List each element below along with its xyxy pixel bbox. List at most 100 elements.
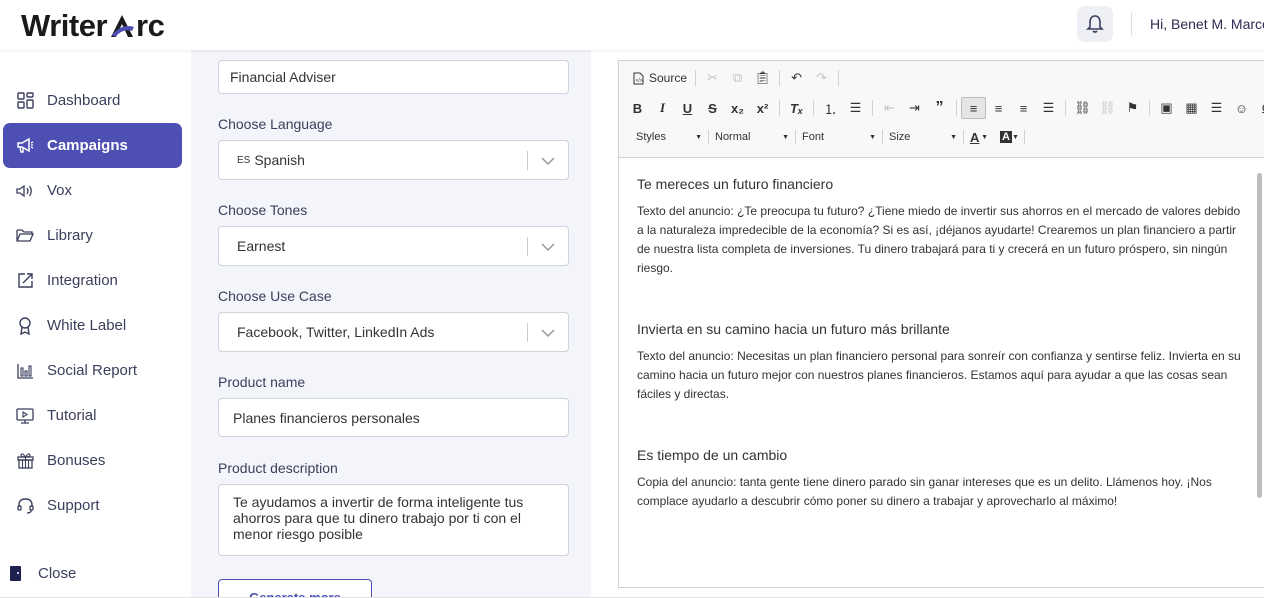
emoji-button[interactable]: ☺ xyxy=(1229,97,1254,119)
product-description-textarea[interactable]: Te ayudamos a invertir de forma intelige… xyxy=(218,484,569,556)
numbered-list-icon: ⒈ xyxy=(823,101,837,117)
product-name-label: Product name xyxy=(218,374,306,390)
sidebar-item-label: Integration xyxy=(47,272,118,289)
strikethrough-button[interactable]: S xyxy=(700,97,725,119)
ad-body: Texto del anuncio: Necesitas un plan fin… xyxy=(637,349,1241,401)
dropdown-arrow-icon: ▼ xyxy=(981,133,988,141)
toolbar-separator xyxy=(1149,100,1150,116)
cut-button[interactable]: ✂ xyxy=(700,67,725,89)
sidebar-item-white-label[interactable]: White Label xyxy=(3,303,182,348)
tones-value: Earnest xyxy=(237,238,286,254)
italic-button[interactable]: I xyxy=(650,97,675,119)
table-button[interactable]: ▦ xyxy=(1179,97,1204,119)
text-color-button[interactable]: A ▼ xyxy=(964,126,994,148)
numbered-list-button[interactable]: ⒈ xyxy=(818,97,843,119)
header-divider xyxy=(1131,12,1132,36)
bold-button[interactable]: B xyxy=(625,97,650,119)
tones-select[interactable]: Earnest xyxy=(218,226,569,266)
sidebar-item-tutorial[interactable]: Tutorial xyxy=(3,393,182,438)
svg-text:</>: </> xyxy=(636,78,643,84)
align-right-button[interactable]: ≡ xyxy=(1011,97,1036,119)
dropdown-arrow-icon: ▼ xyxy=(1011,133,1019,141)
size-dropdown[interactable]: Size ▼ xyxy=(883,126,963,148)
subscript-button[interactable]: x₂ xyxy=(725,97,750,119)
use-case-label: Choose Use Case xyxy=(218,288,332,304)
link-button[interactable]: ⛓ xyxy=(1070,97,1095,119)
font-dropdown[interactable]: Font ▼ xyxy=(796,126,882,148)
undo-button[interactable]: ↶ xyxy=(784,67,809,89)
notifications-button[interactable] xyxy=(1077,6,1113,42)
sidebar-close-button[interactable]: Close xyxy=(10,565,76,582)
copy-button[interactable]: ⧉ xyxy=(725,67,750,89)
user-greeting[interactable]: Hi, Benet M. Marco xyxy=(1150,16,1264,32)
use-case-select[interactable]: Facebook, Twitter, LinkedIn Ads xyxy=(218,312,569,352)
smiley-icon: ☺ xyxy=(1234,100,1249,116)
sidebar: Dashboard Campaigns Vox Library Integrat… xyxy=(0,50,191,598)
align-center-button[interactable]: ≡ xyxy=(986,97,1011,119)
bulleted-list-icon: ☰ xyxy=(849,100,862,115)
sidebar-item-label: Library xyxy=(47,227,93,244)
sidebar-item-campaigns[interactable]: Campaigns xyxy=(3,123,182,168)
outdent-button[interactable]: ⇤ xyxy=(877,97,902,119)
sidebar-close-label: Close xyxy=(38,565,77,582)
remove-format-button[interactable]: Tₓ xyxy=(784,97,809,119)
clear-format-icon: Tₓ xyxy=(789,100,804,116)
select-divider xyxy=(527,151,528,170)
product-name-input[interactable]: Planes financieros personales xyxy=(218,398,569,437)
underline-icon: U xyxy=(682,100,693,116)
outdent-icon: ⇤ xyxy=(884,100,895,115)
redo-button[interactable]: ↷ xyxy=(809,67,834,89)
sidebar-item-integration[interactable]: Integration xyxy=(3,258,182,303)
image-button[interactable]: ▣ xyxy=(1154,97,1179,119)
sidebar-item-dashboard[interactable]: Dashboard xyxy=(3,78,182,123)
sidebar-item-support[interactable]: Support xyxy=(3,483,182,528)
tones-label: Choose Tones xyxy=(218,202,308,218)
background-color-button[interactable]: A ▼ xyxy=(994,126,1024,148)
campaign-name-input[interactable]: Financial Adviser xyxy=(218,60,569,94)
source-icon: </> xyxy=(633,72,644,84)
logo[interactable]: Writer rc xyxy=(21,8,165,44)
paste-button[interactable]: 📋︎ xyxy=(750,67,775,89)
source-button[interactable]: </> Source xyxy=(629,67,691,89)
language-select[interactable]: ES Spanish xyxy=(218,140,569,180)
sidebar-item-social-report[interactable]: Social Report xyxy=(3,348,182,393)
styles-dropdown[interactable]: Styles ▼ xyxy=(630,126,708,148)
unlink-button[interactable]: ⛓ xyxy=(1095,97,1120,119)
scrollbar-thumb[interactable] xyxy=(1257,173,1262,498)
horizontal-line-button[interactable]: ☰ xyxy=(1204,97,1229,119)
superscript-button[interactable]: x² xyxy=(750,97,775,119)
sidebar-item-library[interactable]: Library xyxy=(3,213,182,258)
blockquote-button[interactable]: ” xyxy=(927,97,952,119)
editor-scrollbar[interactable] xyxy=(1257,161,1263,516)
toolbar-row-3: Styles ▼ Normal ▼ Font ▼ Size ▼ A ▼ A ▼ xyxy=(630,126,1025,148)
external-link-icon xyxy=(16,272,34,290)
generate-more-button[interactable]: Generate more xyxy=(218,579,372,598)
bulleted-list-button[interactable]: ☰ xyxy=(843,97,868,119)
subscript-icon: x₂ xyxy=(730,100,744,116)
sidebar-item-bonuses[interactable]: Bonuses xyxy=(3,438,182,483)
underline-button[interactable]: U xyxy=(675,97,700,119)
italic-icon: I xyxy=(659,100,666,115)
ad-body: Copia del anuncio: tanta gente tiene din… xyxy=(637,475,1212,508)
toolbar-separator xyxy=(1024,130,1025,144)
justify-button[interactable]: ☰ xyxy=(1036,97,1061,119)
editor-content[interactable]: Te mereces un futuro financiero Texto de… xyxy=(619,158,1259,588)
toolbar-row-2: B I U S x₂ x² Tₓ ⒈ ☰ ⇤ ⇥ ” ≡ ≡ ≡ ☰ ⛓ ⛓ ⚑… xyxy=(625,97,1264,119)
format-dropdown[interactable]: Normal ▼ xyxy=(709,126,795,148)
award-icon xyxy=(16,316,34,335)
logo-text-left: Writer xyxy=(21,8,108,43)
format-label: Normal xyxy=(715,131,751,143)
superscript-icon: x² xyxy=(756,100,769,116)
product-description-label: Product description xyxy=(218,460,338,476)
align-left-button[interactable]: ≡ xyxy=(961,97,986,119)
table-icon: ▦ xyxy=(1185,100,1198,115)
ad-body: Texto del anuncio: ¿Te preocupa tu futur… xyxy=(637,204,1241,275)
undo-icon: ↶ xyxy=(791,70,802,85)
unlink-icon: ⛓ xyxy=(1099,100,1116,115)
indent-button[interactable]: ⇥ xyxy=(902,97,927,119)
special-char-button[interactable]: Ω xyxy=(1254,97,1264,119)
link-icon: ⛓ xyxy=(1074,100,1091,115)
anchor-button[interactable]: ⚑ xyxy=(1120,97,1145,119)
sidebar-item-vox[interactable]: Vox xyxy=(3,168,182,213)
headset-icon xyxy=(16,497,34,515)
